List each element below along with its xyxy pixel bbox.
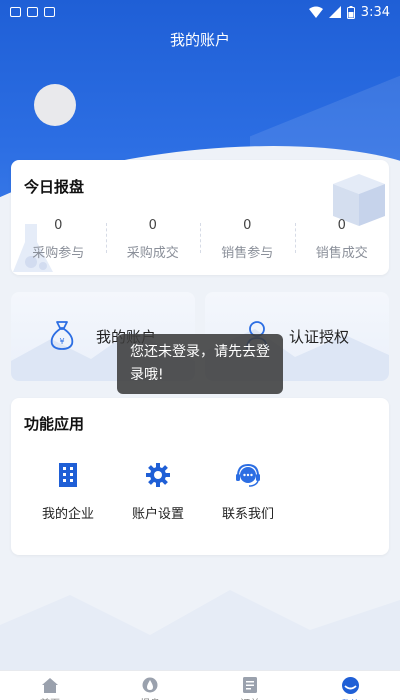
authorization-label: 认证授权: [289, 328, 350, 346]
stat-value: 0: [337, 218, 346, 233]
stat-purchase-deal[interactable]: 0 采购成交: [105, 215, 201, 261]
nav-label: 订单: [200, 695, 300, 700]
nav-item-home[interactable]: 首页: [0, 671, 100, 700]
nav-item-offer[interactable]: 报盘: [100, 671, 200, 700]
func-label: 我的企业: [41, 507, 94, 522]
func-contact-us[interactable]: 联系我们: [203, 460, 293, 522]
bottom-nav: 首页 报盘 订单 我的: [0, 670, 400, 700]
nav-item-mine[interactable]: 我的: [300, 671, 400, 700]
page-title: 我的账户: [169, 31, 230, 49]
nav-label: 我的: [300, 696, 400, 700]
func-label: 联系我们: [221, 507, 274, 522]
status-right: 3:34: [308, 4, 390, 20]
functions-title: 功能应用: [24, 415, 85, 433]
status-time: 3:34: [360, 4, 390, 20]
wifi-icon: [308, 6, 323, 18]
user-icon: [341, 677, 359, 694]
app-icon: [44, 7, 55, 17]
today-report-card: 今日报盘 0 采购参与 0 采购成交 0 销售参与 0 销售成交: [11, 160, 389, 275]
nav-label: 首页: [0, 695, 100, 700]
building-icon: [59, 463, 77, 487]
stat-value: 0: [243, 218, 252, 233]
stats-row: 0 采购参与 0 采购成交 0 销售参与 0 销售成交: [11, 215, 389, 261]
money-bag-icon: ¥: [50, 321, 74, 350]
functions-list: 我的企业 账户设置 联系我们: [11, 460, 293, 522]
battery-icon: [346, 5, 355, 19]
func-my-enterprise[interactable]: 我的企业: [23, 460, 113, 522]
stat-label: 销售参与: [221, 246, 274, 261]
status-left: [10, 7, 55, 17]
stat-value: 0: [148, 218, 157, 233]
stat-purchase-participate[interactable]: 0 采购参与: [11, 215, 106, 261]
home-icon: [42, 678, 58, 693]
notification-icon: [10, 7, 21, 17]
signal-icon: [328, 6, 341, 18]
gear-icon: [146, 463, 170, 487]
mail-icon: [27, 7, 38, 17]
background-decoration: [0, 590, 400, 670]
functions-card: 功能应用 我的企业 账户设置 联系我们: [11, 398, 389, 555]
stat-sales-participate[interactable]: 0 销售参与: [200, 215, 295, 261]
login-toast: 您还未登录，请先去登录哦!: [117, 334, 283, 394]
nav-item-orders[interactable]: 订单: [200, 671, 300, 700]
stat-value: 0: [54, 218, 63, 233]
func-account-settings[interactable]: 账户设置: [113, 460, 203, 522]
stat-label: 采购成交: [126, 246, 179, 261]
nav-label: 报盘: [100, 695, 200, 700]
today-report-title: 今日报盘: [24, 178, 85, 196]
headset-icon: [236, 463, 260, 487]
document-icon: [243, 677, 257, 693]
avatar[interactable]: [34, 84, 76, 126]
stat-sales-deal[interactable]: 0 销售成交: [294, 215, 390, 261]
func-label: 账户设置: [131, 507, 184, 522]
stat-label: 销售成交: [315, 246, 368, 261]
status-bar: 3:34: [0, 0, 400, 24]
drop-icon: [142, 677, 158, 693]
stat-label: 采购参与: [32, 246, 85, 261]
svg-text:¥: ¥: [59, 337, 64, 346]
